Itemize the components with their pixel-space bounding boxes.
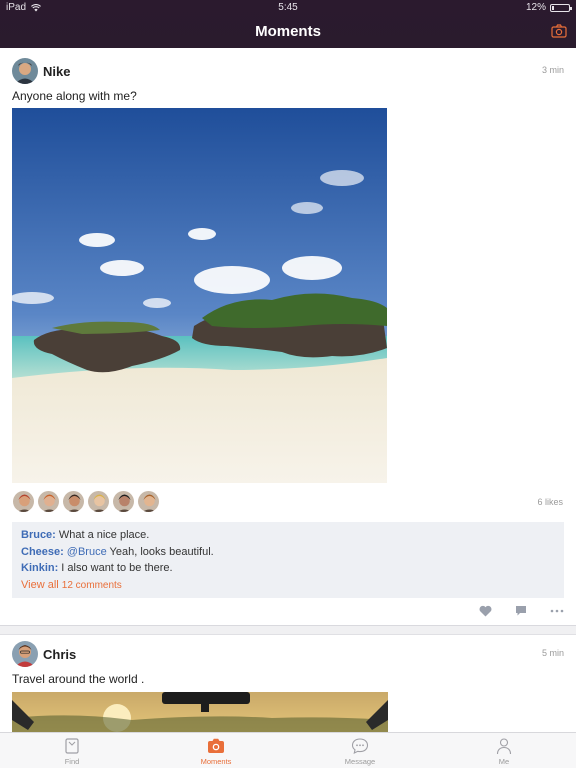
camera-icon (208, 738, 224, 753)
heart-icon[interactable] (478, 604, 492, 618)
tab-message[interactable]: Message (288, 733, 432, 768)
comment-item: Cheese: @Bruce Yeah, looks beautiful. (21, 544, 555, 561)
post-card: Nike 3 min Anyone along with me? 6 likes… (0, 48, 576, 626)
comments-box: Bruce: What a nice place. Cheese: @Bruce Y… (12, 522, 564, 598)
liker-avatar[interactable] (112, 490, 135, 513)
likes-count[interactable]: 6 likes (537, 497, 563, 507)
comment-icon[interactable] (514, 604, 528, 618)
liker-avatar[interactable] (137, 490, 160, 513)
avatar[interactable] (12, 641, 38, 667)
tab-me[interactable]: Me (432, 733, 576, 768)
liker-avatar[interactable] (62, 490, 85, 513)
liker-avatar[interactable] (87, 490, 110, 513)
comment-text: What a nice place. (58, 529, 150, 541)
comment-item: Kinkin: I also want to be there. (21, 560, 555, 577)
more-icon[interactable] (550, 604, 564, 618)
page-title: Moments (255, 23, 321, 40)
post-photo[interactable] (12, 692, 388, 732)
comment-text: Yeah, looks beautiful. (106, 545, 214, 558)
post-actions (478, 604, 564, 618)
post-photo[interactable] (12, 108, 387, 483)
camera-icon[interactable] (551, 23, 567, 39)
likers-row[interactable] (12, 490, 160, 513)
battery-percent: 12% (525, 2, 546, 13)
tab-label: Find (64, 757, 80, 766)
comment-text: I also want to be there. (61, 562, 173, 574)
avatar[interactable] (12, 58, 38, 84)
post-caption: Travel around the world . (12, 672, 145, 686)
liker-avatar[interactable] (37, 490, 60, 513)
tab-label: Me (498, 757, 510, 766)
comment-author[interactable]: Bruce: (21, 529, 56, 541)
comment-author[interactable]: Cheese: (21, 546, 64, 558)
post-time: 5 min (541, 648, 564, 658)
post-time: 3 min (541, 65, 564, 75)
comment-item: Bruce: What a nice place. (21, 527, 555, 544)
tab-label: Message (344, 757, 376, 766)
view-all-label: View all (21, 578, 59, 591)
view-all-comments-link[interactable]: View all 12 comments (21, 577, 555, 594)
post-author[interactable]: Nike (43, 64, 70, 79)
status-time: 5:45 (278, 2, 298, 13)
post-author[interactable]: Chris (43, 647, 76, 662)
status-bar: iPad 5:45 12% (0, 0, 576, 14)
message-icon (351, 738, 369, 754)
tab-find[interactable]: Find (0, 733, 144, 768)
comment-author[interactable]: Kinkin: (21, 562, 58, 574)
view-all-count: 12 comments (61, 579, 122, 591)
tab-bar: Find Moments Message Me (0, 732, 576, 768)
battery-icon (550, 3, 572, 12)
person-icon (496, 738, 512, 755)
tab-moments[interactable]: Moments (144, 733, 288, 768)
tab-label: Moments (200, 757, 232, 766)
liker-avatar[interactable] (12, 490, 35, 513)
comment-mention[interactable]: @Bruce (67, 546, 107, 558)
moments-feed[interactable]: Nike 3 min Anyone along with me? 6 likes… (0, 48, 576, 732)
top-bar: iPad 5:45 12% Moments (0, 0, 576, 48)
post-card: Chris 5 min Travel around the world . (0, 634, 576, 732)
find-icon (65, 738, 79, 754)
post-caption: Anyone along with me? (12, 89, 137, 103)
